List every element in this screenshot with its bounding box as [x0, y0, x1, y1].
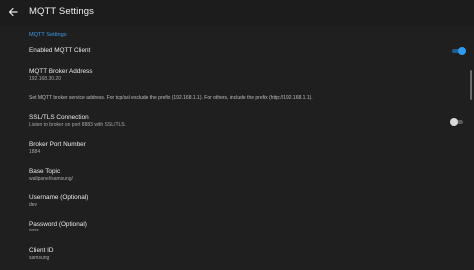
broker-address-value: 192.168.30.20 — [29, 76, 61, 82]
arrow-back-icon[interactable] — [6, 5, 20, 19]
base-topic-title: Base Topic — [29, 168, 61, 175]
enable-mqtt-toggle[interactable] — [451, 47, 466, 55]
broker-address-note: Set MQTT broker service address. For tcp… — [29, 95, 313, 101]
ssl-tls-summary: Listen to broker on port 8883 with SSL/T… — [29, 122, 126, 128]
client-id-pref[interactable]: Client ID samsung — [29, 247, 449, 262]
broker-port-pref[interactable]: Broker Port Number 1884 — [29, 141, 449, 156]
client-id-value: samsung — [29, 255, 50, 261]
username-title: Username (Optional) — [29, 194, 89, 201]
toggle-thumb — [450, 118, 458, 126]
app-bar: MQTT Settings — [0, 0, 474, 26]
broker-address-pref[interactable]: MQTT Broker Address 192.168.30.20 — [29, 68, 449, 83]
enable-mqtt-pref[interactable]: Enabled MQTT Client — [29, 47, 449, 55]
scrollbar[interactable] — [470, 70, 472, 100]
ssl-tls-toggle[interactable] — [450, 118, 464, 126]
ssl-tls-title: SSL/TLS Connection — [29, 114, 89, 121]
password-title: Password (Optional) — [29, 221, 87, 228]
section-header: MQTT Settings — [29, 32, 67, 38]
base-topic-value: wallpanel/samsung/ — [29, 176, 73, 182]
settings-list[interactable]: MQTT Settings Enabled MQTT Client MQTT B… — [0, 26, 474, 270]
settings-screen: MQTT Settings MQTT Settings Enabled MQTT… — [0, 0, 474, 270]
password-pref[interactable]: Password (Optional) ***** — [29, 221, 449, 236]
ssl-tls-pref[interactable]: SSL/TLS Connection Listen to broker on p… — [29, 114, 449, 129]
broker-port-title: Broker Port Number — [29, 141, 86, 148]
username-pref[interactable]: Username (Optional) dev — [29, 194, 449, 209]
broker-port-value: 1884 — [29, 149, 41, 155]
base-topic-pref[interactable]: Base Topic wallpanel/samsung/ — [29, 168, 449, 183]
page-title: MQTT Settings — [29, 6, 95, 17]
broker-address-title: MQTT Broker Address — [29, 68, 93, 75]
client-id-title: Client ID — [29, 247, 54, 254]
toggle-thumb — [458, 47, 466, 55]
password-value: ***** — [29, 229, 39, 235]
enable-mqtt-title: Enabled MQTT Client — [29, 47, 91, 54]
username-value: dev — [29, 202, 38, 208]
